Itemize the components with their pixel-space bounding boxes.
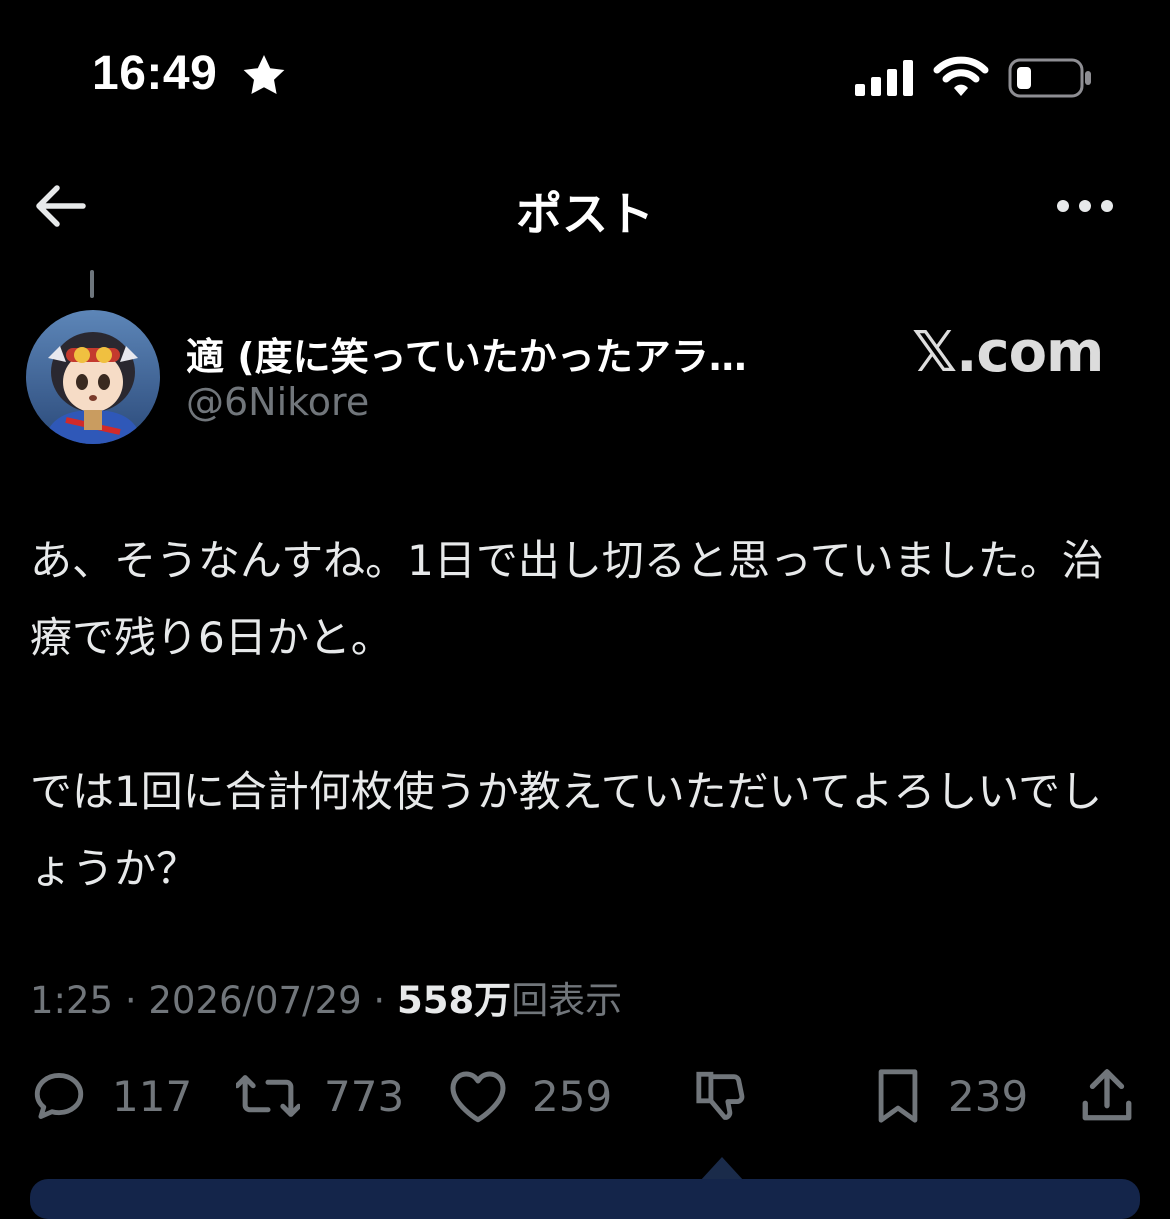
- reply-icon: [30, 1067, 88, 1125]
- avatar[interactable]: [26, 310, 160, 444]
- like-button[interactable]: 259: [448, 1066, 612, 1126]
- status-time: 16:49: [92, 47, 218, 100]
- downvote-button[interactable]: [694, 1066, 752, 1126]
- post-meta: 1:25 · 2026/07/29 · 558万回表示: [30, 970, 622, 1024]
- repost-button[interactable]: 773: [236, 1066, 404, 1126]
- like-count: 259: [532, 1071, 613, 1121]
- bookmark-icon: [872, 1067, 924, 1125]
- more-horizontal-icon: [1055, 198, 1115, 218]
- heart-icon: [448, 1068, 508, 1124]
- repost-icon: [236, 1067, 300, 1125]
- thumbs-down-icon: [694, 1066, 752, 1126]
- bottom-banner[interactable]: [30, 1179, 1140, 1219]
- meta-separator: ·: [373, 979, 386, 1022]
- share-icon: [1080, 1067, 1134, 1125]
- battery-low-icon: [1008, 56, 1094, 104]
- reply-count: 117: [112, 1071, 193, 1121]
- bookmark-button[interactable]: 239: [872, 1066, 1028, 1126]
- post-text: あ、そうなんすね。1日で出し切ると思っていました。治療で残り6日かと。 では1回…: [30, 536, 1104, 893]
- cellular-signal-icon: [855, 58, 915, 102]
- more-options-button[interactable]: [1050, 186, 1120, 230]
- author-handle[interactable]: @6Nikore: [186, 380, 369, 424]
- page-title: ポスト: [516, 187, 654, 241]
- thread-connector-line: [90, 270, 94, 298]
- post-date[interactable]: 2026/07/29: [148, 979, 361, 1022]
- repost-count: 773: [324, 1071, 405, 1121]
- author-display-name[interactable]: 適 (度に笑っていたかったアラ…: [186, 326, 806, 381]
- views-label[interactable]: 回表示: [511, 979, 622, 1022]
- watermark-text: 𝕏.com: [912, 320, 1104, 385]
- share-button[interactable]: [1080, 1066, 1134, 1126]
- wifi-icon: [933, 56, 989, 102]
- tooltip-caret: [700, 1157, 744, 1181]
- meta-separator: ·: [124, 979, 137, 1022]
- post-time[interactable]: 1:25: [30, 979, 113, 1022]
- reply-button[interactable]: 117: [30, 1066, 192, 1126]
- bookmark-count: 239: [948, 1071, 1029, 1121]
- views-count[interactable]: 558万: [397, 979, 511, 1022]
- star-icon: [240, 52, 288, 102]
